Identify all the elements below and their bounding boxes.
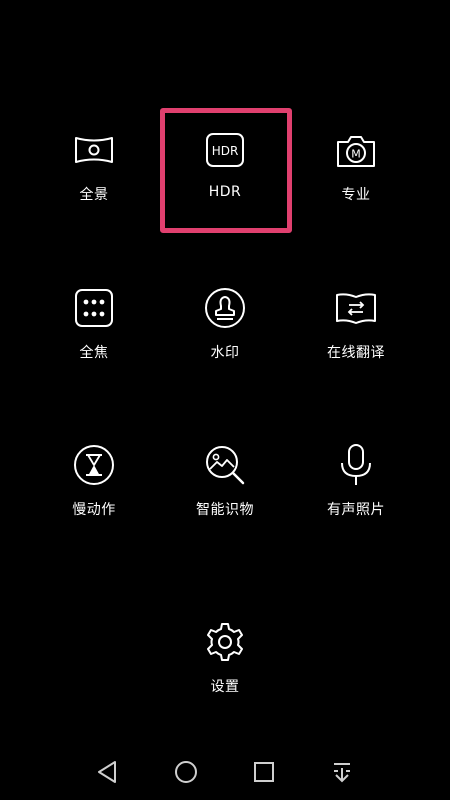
back-triangle-icon	[98, 761, 116, 783]
pull-down-icon	[334, 763, 350, 783]
selected-mode-highlight	[160, 108, 292, 233]
mode-slow-motion[interactable]: 慢动作	[29, 427, 159, 537]
home-circle-icon	[175, 761, 197, 783]
mode-label: 全景	[79, 187, 109, 203]
mode-settings[interactable]: 设置	[160, 604, 290, 714]
mode-label: 智能识物	[196, 502, 254, 518]
mode-pro[interactable]: M 专业	[291, 112, 421, 222]
mode-label: 水印	[210, 345, 240, 361]
recents-button[interactable]	[249, 757, 279, 787]
hourglass-icon	[72, 443, 116, 487]
notification-pull-down-button[interactable]	[327, 757, 357, 787]
home-button[interactable]	[171, 757, 201, 787]
mode-label: 设置	[210, 679, 240, 695]
navigation-bar	[0, 745, 450, 800]
mode-translate[interactable]: 在线翻译	[291, 270, 421, 380]
mode-panorama[interactable]: 全景	[29, 112, 159, 222]
mode-label: 慢动作	[72, 502, 116, 518]
all-focus-icon	[72, 286, 116, 330]
mode-all-focus[interactable]: 全焦	[29, 270, 159, 380]
back-button[interactable]	[93, 757, 123, 787]
gear-icon	[203, 620, 247, 664]
mode-label: 在线翻译	[327, 345, 385, 361]
mode-label: 专业	[341, 187, 371, 203]
mode-label: 全焦	[79, 345, 109, 361]
pro-camera-icon: M	[334, 128, 378, 172]
pro-icon-text: M	[351, 148, 361, 161]
watermark-stamp-icon	[203, 286, 247, 330]
mode-audio-photo[interactable]: 有声照片	[291, 427, 421, 537]
mode-watermark[interactable]: 水印	[160, 270, 290, 380]
panorama-icon	[72, 128, 116, 172]
mode-label: 有声照片	[327, 502, 385, 518]
mode-object-recognition[interactable]: 智能识物	[160, 427, 290, 537]
recents-square-icon	[254, 762, 274, 782]
translate-book-icon	[334, 286, 378, 330]
object-recognition-icon	[203, 443, 247, 487]
microphone-icon	[334, 443, 378, 487]
